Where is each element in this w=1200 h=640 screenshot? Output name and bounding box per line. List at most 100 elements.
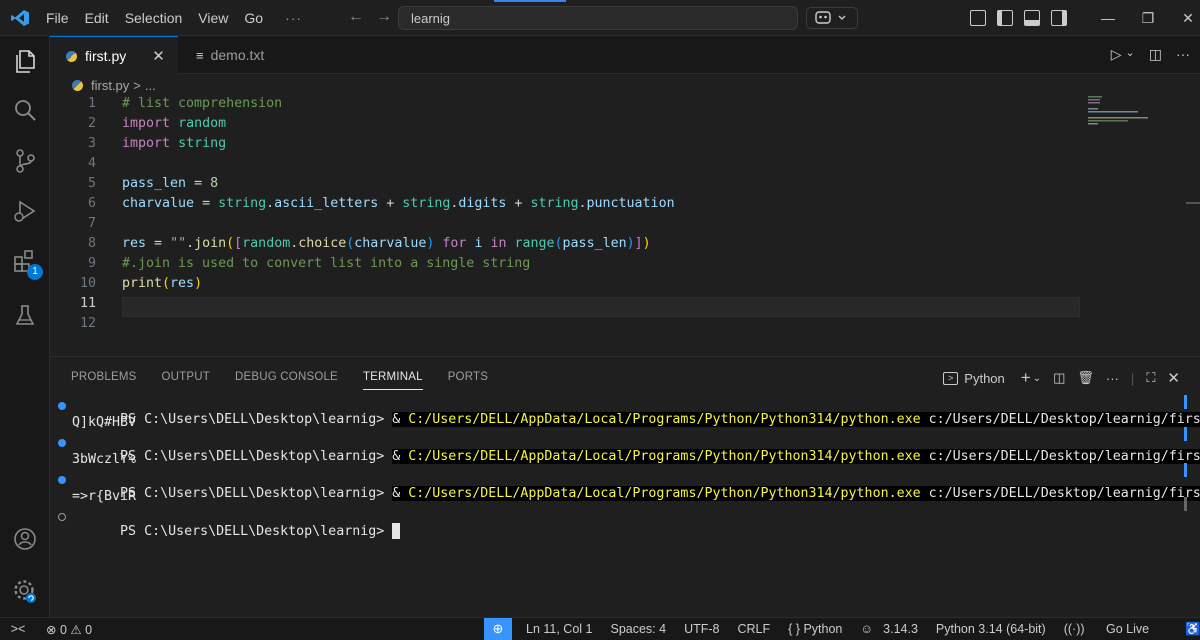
panel-more-icon[interactable]: ··· [1106,371,1119,386]
remote-window-icon[interactable]: >< [0,618,36,640]
menu-file[interactable]: File [46,10,69,26]
terminal-prompt: PS C:\Users\DELL\Desktop\learnig> [120,524,393,539]
copilot-icon [815,11,846,24]
minimap[interactable] [1088,96,1158,126]
terminal-amp: & [392,486,409,501]
menu-view[interactable]: View [198,10,228,26]
tab-first-py[interactable]: first.py ✕ [50,36,178,75]
editor-actions: ▷ ⌄ ◫ ··· [1111,46,1190,63]
run-debug-icon[interactable] [10,196,40,226]
code-text: charvalue = string.ascii_letters + strin… [122,196,675,211]
toggle-primary-sidebar-icon[interactable] [997,10,1013,26]
line-number: 1 [87,96,96,111]
line-number: 11 [79,296,96,311]
terminal-icon: > [943,371,959,385]
code-line: 2 import random [50,116,1200,136]
terminal-command-line: PS C:\Users\DELL\Desktop\learnig> & C:/U… [72,397,1200,427]
line-number: 7 [87,216,96,231]
tab-terminal[interactable]: TERMINAL [362,371,423,390]
close-tab-icon[interactable]: ✕ [152,47,165,65]
toggle-panel-icon[interactable] [1024,10,1040,26]
code-line: 6 charvalue = string.ascii_letters + str… [50,196,1200,216]
code-line: 11 [50,296,1200,316]
command-success-dot[interactable] [58,476,66,484]
problems-status[interactable]: ⊗ 0 ⚠ 0 [46,622,92,637]
maximize-panel-icon[interactable]: ⛶ [1146,370,1155,386]
editor-scrollbar[interactable] [1186,202,1200,204]
terminal-exe-path: C:/Users/DELL/AppData/Local/Programs/Pyt… [408,486,921,501]
broadcast-icon: ((·)) [1063,622,1085,636]
tab-ports[interactable]: PORTS [448,371,488,390]
code-line: 1 # list comprehension [50,96,1200,116]
python-interpreter[interactable]: Python 3.14 (64-bit) [936,622,1046,637]
go-live-button[interactable]: ((·)) Go Live [1064,622,1167,637]
code-text: import random [122,116,227,131]
accessibility-icon[interactable]: ♿ [1185,622,1200,637]
python-version[interactable]: 3.14.3 [883,622,918,637]
code-editor[interactable]: 1 # list comprehension 2 import random 3… [50,96,1200,356]
minimize-icon[interactable]: — [1088,10,1128,26]
run-chevron-icon[interactable]: ⌄ [1126,46,1135,63]
tab-demo-txt[interactable]: ≡ demo.txt [178,36,288,74]
terminal-amp: & [392,449,409,464]
tab-problems[interactable]: PROBLEMS [71,371,137,390]
back-arrow-icon[interactable]: ← [348,8,364,25]
menu-edit[interactable]: Edit [85,10,109,26]
manage-gear-icon[interactable] [10,576,40,606]
forward-arrow-icon[interactable]: → [376,8,392,25]
customize-layout-icon[interactable] [970,10,986,26]
tab-debug-console[interactable]: DEBUG CONSOLE [235,371,338,390]
terminal-exe-path: C:/Users/DELL/AppData/Local/Programs/Pyt… [408,449,921,464]
indentation[interactable]: Spaces: 4 [610,622,666,637]
tab-output[interactable]: OUTPUT [162,371,210,390]
kill-terminal-icon[interactable]: 🗑 [1077,370,1094,386]
window-controls: — ❐ ✕ [1088,0,1200,36]
terminal-command-line: PS C:\Users\DELL\Desktop\learnig> & C:/U… [72,434,1200,464]
terminal-script-path: c:/Users/DELL/Desktop/learnig/first.py [928,486,1200,501]
menu-go[interactable]: Go [244,10,263,26]
line-number: 2 [87,116,96,131]
zoom-icon[interactable]: ⊕ [484,618,512,640]
encoding[interactable]: UTF-8 [684,622,719,637]
run-file-icon[interactable]: ▷ [1111,46,1122,63]
breadcrumb-rest[interactable]: ... [145,78,156,93]
menu-more-icon[interactable]: ··· [285,10,302,26]
command-success-dot[interactable] [58,439,66,447]
breadcrumb-file[interactable]: first.py [91,78,129,93]
terminal-script-path: c:/Users/DELL/Desktop/learnig/first.py [928,449,1200,464]
language-mode[interactable]: { } Python [788,622,842,637]
copilot-status-icon[interactable]: ☺ [860,622,873,637]
end-of-line[interactable]: CRLF [738,622,771,637]
terminal-profile[interactable]: > Python [943,370,1005,386]
editor-more-icon[interactable]: ··· [1176,46,1190,63]
close-window-icon[interactable]: ✕ [1168,10,1200,27]
breadcrumb-separator: > [133,78,141,93]
terminal-output: 3bWczlY% [72,452,137,467]
explorer-icon[interactable] [10,46,40,76]
line-number: 10 [79,276,96,291]
cursor-position[interactable]: Ln 11, Col 1 [526,622,592,637]
search-icon[interactable] [10,96,40,126]
command-success-dot[interactable] [58,402,66,410]
terminal-output: =>r{BviR [72,489,137,504]
toggle-secondary-sidebar-icon[interactable] [1051,10,1067,26]
command-pending-dot[interactable] [58,513,66,521]
copilot-button[interactable] [806,7,858,29]
command-center-progress [494,0,566,2]
close-panel-icon[interactable]: ✕ [1167,369,1180,387]
bottom-panel: PROBLEMS OUTPUT DEBUG CONSOLE TERMINAL P… [50,356,1200,617]
restore-icon[interactable]: ❐ [1128,10,1168,27]
terminal-dropdown-icon[interactable]: ⌄ [1033,373,1041,384]
code-text: import string [122,136,227,151]
new-terminal-icon[interactable]: + [1021,368,1031,388]
menu-selection[interactable]: Selection [125,10,183,26]
menu-bar: File Edit Selection View Go ··· [46,0,318,36]
terminal-profile-label: Python [964,370,1005,386]
split-terminal-icon[interactable]: ◫ [1053,370,1065,386]
testing-icon[interactable] [10,300,40,330]
accounts-icon[interactable] [10,524,40,554]
command-center-search[interactable]: learnig [398,6,798,30]
source-control-icon[interactable] [10,146,40,176]
split-editor-icon[interactable]: ◫ [1149,46,1162,63]
code-text: #.join is used to convert list into a si… [122,256,531,271]
